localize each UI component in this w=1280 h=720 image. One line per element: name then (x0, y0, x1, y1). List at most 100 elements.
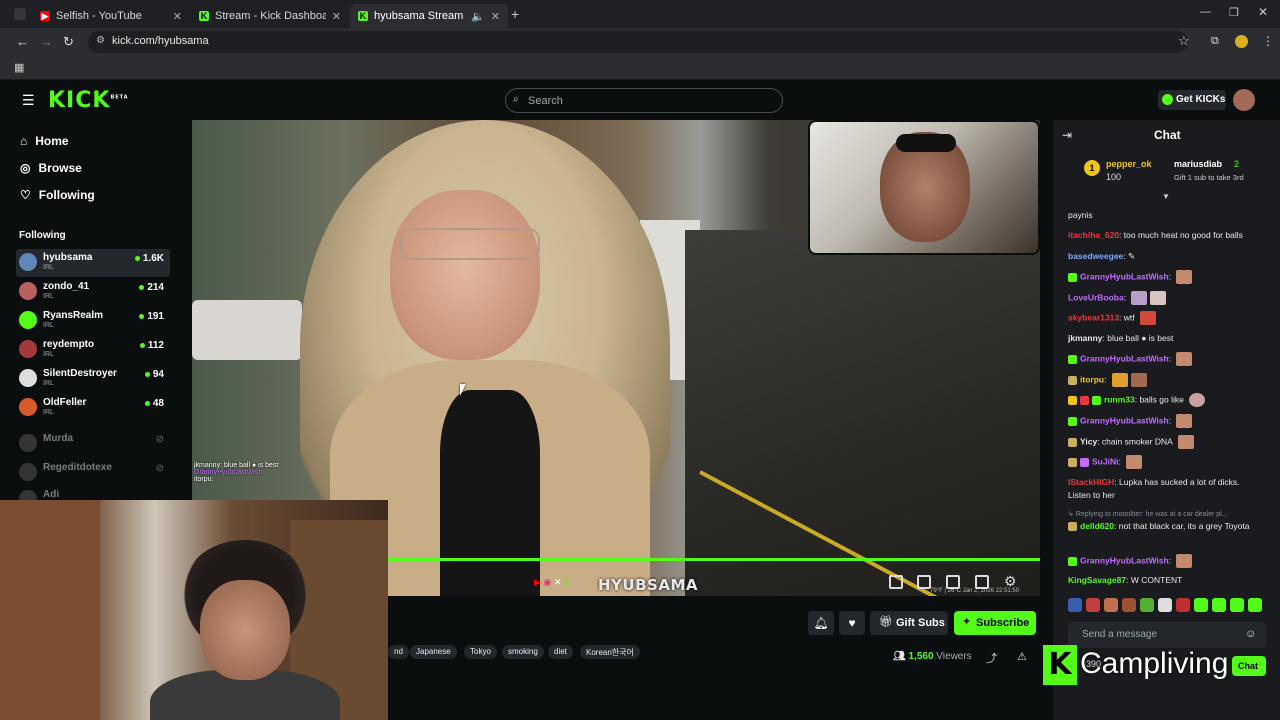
avatar (19, 253, 37, 271)
emote-icon[interactable] (1230, 598, 1244, 612)
chevron-down-icon[interactable]: ▼ (1162, 192, 1170, 201)
emote-icon[interactable] (1194, 598, 1208, 612)
emote-icon[interactable] (1248, 598, 1262, 612)
search-input[interactable]: Search (505, 88, 783, 113)
youtube-icon: ▶ (534, 577, 541, 587)
emote-icon (1150, 291, 1167, 305)
follow-heart-button[interactable]: ♥ (839, 611, 865, 635)
forward-button[interactable]: → (40, 34, 53, 49)
emote-icon[interactable] (1176, 598, 1190, 612)
collapse-chat-icon[interactable]: ⇥ (1062, 128, 1072, 142)
tag-chip[interactable]: smoking (502, 645, 544, 659)
luggage-cart-image (685, 230, 1040, 600)
extensions-icon[interactable]: ⧉ (1211, 35, 1219, 48)
chat-username: delld620 (1080, 521, 1115, 531)
close-icon[interactable]: ✕ (491, 10, 500, 23)
video-progress-bar[interactable] (388, 558, 1040, 561)
nav-browse[interactable]: ◎ Browse (20, 161, 82, 175)
emote-icon (1176, 352, 1193, 366)
tag-chip[interactable]: Tokyo (464, 645, 497, 659)
speaker-icon[interactable]: 🔈 (471, 10, 485, 23)
emote-icon (1131, 291, 1148, 305)
emote-icon[interactable] (1122, 598, 1136, 612)
tab-youtube[interactable]: ▶ Selfish - YouTube ✕ (32, 4, 190, 28)
report-warning-icon[interactable]: ⚠ (1017, 650, 1027, 663)
channel-category: IRL (43, 264, 54, 271)
reload-button[interactable]: ↻ (63, 34, 74, 50)
social-icons: ▶ ◉ ✕ K (534, 577, 570, 588)
following-item-ryansrealm[interactable]: RyansRealm IRL 191 (16, 307, 170, 335)
following-item-offline[interactable]: Regeditdotexe ⊘ (16, 459, 170, 487)
minimize-button[interactable]: — (1200, 6, 1211, 18)
tab-hyubsama-stream[interactable]: K hyubsama Stream - Watch 🔈 ✕ (350, 4, 508, 28)
site-info-icon[interactable]: ⚙ (96, 35, 105, 46)
share-icon[interactable]: ⤴ (986, 650, 997, 666)
emote-icon[interactable] (1068, 598, 1082, 612)
emote-icon[interactable] (1140, 598, 1154, 612)
emote-icon[interactable] (1212, 598, 1226, 612)
bookmarks-bar (0, 56, 1280, 80)
chat-username: itachiha_620 (1068, 230, 1120, 240)
nav-home[interactable]: ⌂ Home (20, 134, 69, 148)
close-icon[interactable]: ✕ (173, 10, 182, 23)
chat-message: runm33: balls go like (1068, 393, 1264, 407)
apps-grid-icon[interactable]: ▦ (14, 61, 24, 74)
gift-icon: 🎁︎ (879, 616, 893, 628)
kick-icon: K (358, 11, 368, 21)
chat-text: blue ball ● is best (1107, 333, 1174, 343)
chat-message: GrannyHyubLastWish: (1068, 270, 1264, 284)
tag-chip[interactable]: Japanese (410, 645, 457, 659)
tag-chip[interactable]: nd (388, 645, 409, 659)
settings-gear-icon[interactable]: ⚙ (1004, 573, 1017, 590)
chat-username: itorpu (1080, 374, 1105, 385)
chat-username: GrannyHyubLastWish (1080, 353, 1169, 364)
reply-text: Replying to moonliter: he was at a car d… (1075, 511, 1228, 518)
profile-avatar[interactable] (1235, 35, 1248, 48)
emote-icon[interactable] (1104, 598, 1118, 612)
following-item-reydempto[interactable]: reydempto IRL 112 (16, 336, 170, 364)
kick-logo[interactable]: KICKBETA (48, 88, 129, 113)
window-close-button[interactable]: ✕ (1258, 5, 1268, 19)
picture-in-picture-icon[interactable] (889, 575, 903, 589)
nav-following[interactable]: ♡ Following (20, 188, 95, 202)
following-item-zondo[interactable]: zondo_41 IRL 214 (16, 278, 170, 306)
nav-label: Following (38, 188, 95, 202)
chat-username: GrannyHyubLastWish (1080, 555, 1169, 566)
emote-icon[interactable] (1158, 598, 1172, 612)
back-button[interactable]: ← (16, 34, 29, 49)
close-icon[interactable]: ✕ (332, 10, 341, 23)
tag-chip[interactable]: diet (548, 645, 573, 659)
webcam-overlay (0, 500, 388, 720)
emote-icon[interactable] (1086, 598, 1100, 612)
viewer-count: 214 (139, 282, 164, 293)
subscribe-label: Subscribe (976, 617, 1030, 629)
notification-bell-button[interactable]: 🔔︎ (808, 611, 834, 635)
chat-message-input[interactable]: Send a message (1068, 622, 1266, 648)
viewer-count: 191 (139, 311, 164, 322)
send-chat-button[interactable]: Chat (1232, 656, 1266, 676)
following-item-hyubsama[interactable]: hyubsama IRL 1.6K (16, 249, 170, 277)
emoji-picker-icon[interactable]: ☺ (1245, 628, 1256, 640)
fullscreen-icon[interactable] (975, 575, 989, 589)
following-item-oldfeller[interactable]: OldFeller IRL 48 (16, 394, 170, 422)
address-bar[interactable]: kick.com/hyubsama (88, 31, 1188, 53)
user-avatar[interactable] (1233, 89, 1255, 111)
theater-mode-icon[interactable] (946, 575, 960, 589)
badge-icon (1068, 395, 1077, 405)
chat-message: Yicy: chain smoker DNA (1068, 435, 1264, 449)
tab-kick-dashboard[interactable]: K Stream - Kick Dashboard ✕ (191, 4, 349, 28)
tab-search-button[interactable] (14, 8, 26, 20)
bookmark-star-icon[interactable]: ☆ (1178, 33, 1190, 49)
browser-menu-icon[interactable]: ⋮ (1262, 34, 1274, 48)
following-item-silentdestroyer[interactable]: SilentDestroyer IRL 94 (16, 365, 170, 393)
clip-icon[interactable] (917, 575, 931, 589)
youtube-icon: ▶ (40, 11, 50, 21)
menu-hamburger-icon[interactable]: ☰ (22, 92, 35, 109)
following-item-offline[interactable]: Murda ⊘ (16, 430, 170, 458)
new-tab-button[interactable]: + (511, 6, 519, 22)
badge-icon (1068, 437, 1077, 447)
maximize-button[interactable]: ❐ (1229, 6, 1239, 19)
tag-chip[interactable]: Korean한국어 (580, 645, 640, 659)
star-icon: ✦ (962, 616, 972, 628)
avatar (19, 463, 37, 481)
